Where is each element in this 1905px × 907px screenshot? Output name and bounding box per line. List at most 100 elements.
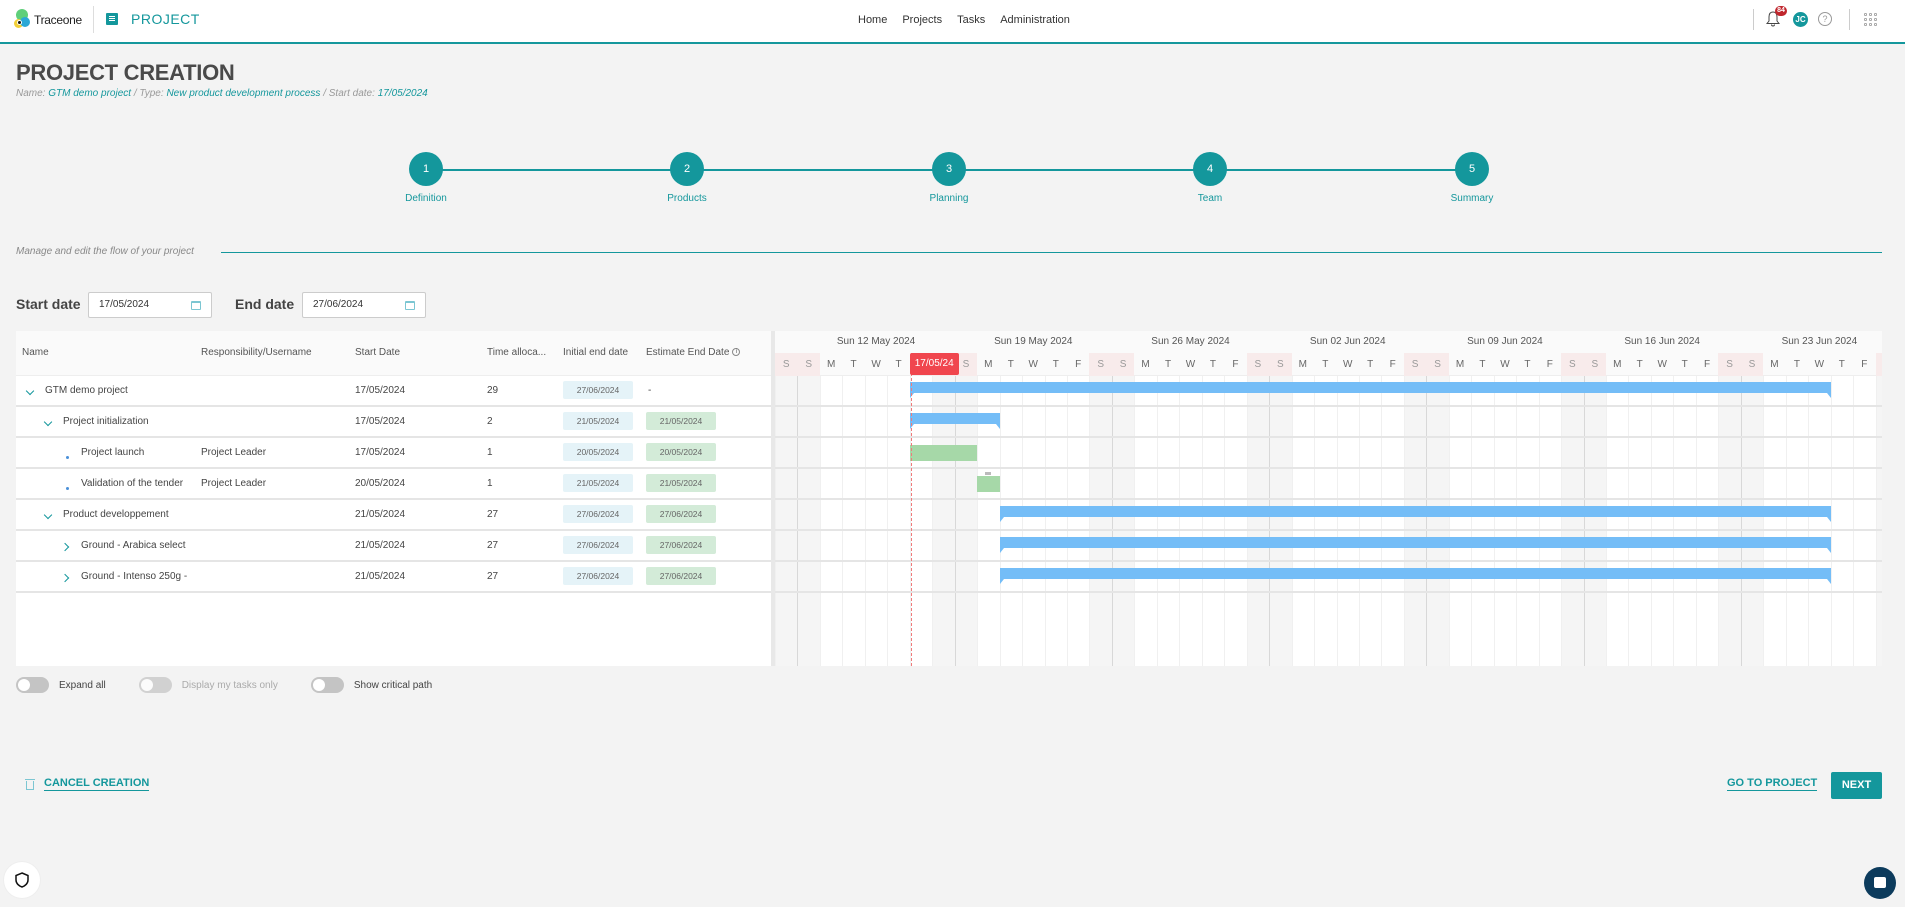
initial-end-date-pill: 21/05/2024 xyxy=(563,474,633,492)
gantt-day-label: M xyxy=(1455,359,1465,370)
step-planning[interactable]: 3 Planning xyxy=(909,152,989,204)
privacy-button[interactable] xyxy=(4,862,40,898)
gantt-day-label: S xyxy=(1426,353,1449,376)
info-icon[interactable]: i xyxy=(732,348,741,357)
table-row[interactable]: Ground - Arabica select 21/05/2024 27 27/06… xyxy=(16,531,771,562)
cancel-creation-button[interactable]: CANCEL CREATION xyxy=(25,777,150,791)
col-start-date[interactable]: Start Date xyxy=(355,347,400,358)
divider xyxy=(1849,9,1850,30)
table-row[interactable]: Project initialization 17/05/2024 2 21/05/2… xyxy=(16,407,771,438)
nav-home[interactable]: Home xyxy=(858,14,887,26)
task-start-date: 21/05/2024 xyxy=(355,509,406,520)
chevron-down-icon[interactable] xyxy=(43,510,53,521)
gantt-day-column xyxy=(1606,376,1628,666)
gantt-day-column xyxy=(864,376,887,666)
go-to-project-link[interactable]: GO TO PROJECT xyxy=(1727,777,1818,791)
project-start-date: 17/05/2024 xyxy=(377,88,428,99)
step-team[interactable]: 4 Team xyxy=(1170,152,1250,204)
nav-projects[interactable]: Projects xyxy=(902,14,942,26)
apps-grid-icon[interactable] xyxy=(1864,13,1877,26)
help-icon[interactable]: ? xyxy=(1818,12,1832,26)
task-name[interactable]: Ground - Arabica select xyxy=(81,540,186,551)
gantt-day-label: T xyxy=(1838,359,1845,370)
traceone-logo[interactable]: Traceone xyxy=(14,9,82,31)
gantt-task-bar[interactable] xyxy=(977,476,1000,492)
task-time-allocated: 2 xyxy=(487,416,493,427)
gantt-day-column xyxy=(1179,376,1201,666)
task-table: Name Responsibility/Username Start Date … xyxy=(16,331,771,666)
chevron-right-icon[interactable] xyxy=(60,573,70,584)
gantt-week-header: Sun 12 May 2024 Sun 19 May 2024 Sun 26 May… xyxy=(775,331,1882,353)
section-divider xyxy=(221,252,1882,253)
task-name[interactable]: Validation of the tender xyxy=(81,478,183,489)
task-name[interactable]: GTM demo project xyxy=(45,385,128,396)
gantt-day-column xyxy=(1561,376,1584,666)
gantt-day-column xyxy=(1628,376,1650,666)
task-name[interactable]: Project initialization xyxy=(63,416,149,427)
gantt-day-label: S xyxy=(1089,353,1112,376)
user-avatar[interactable]: JC xyxy=(1793,12,1808,27)
dependency-link-handle[interactable] xyxy=(985,472,992,475)
chevron-right-icon[interactable] xyxy=(60,542,70,553)
chat-button[interactable] xyxy=(1864,867,1896,899)
initial-end-date-pill: 27/06/2024 xyxy=(563,505,633,523)
step-products[interactable]: 2 Products xyxy=(647,152,727,204)
task-time-allocated: 29 xyxy=(487,385,499,396)
table-row[interactable]: Validation of the tender Project Leader 20… xyxy=(16,469,771,500)
gantt-week-label: Sun 19 May 2024 xyxy=(994,336,1073,347)
gantt-summary-bar[interactable] xyxy=(999,537,1831,553)
gantt-summary-bar[interactable] xyxy=(999,506,1831,522)
step-label: Definition xyxy=(405,193,447,204)
bullet-icon xyxy=(66,451,69,462)
section-caption: Manage and edit the flow of your project xyxy=(16,246,194,257)
gantt-day-column xyxy=(1650,376,1673,666)
gantt-summary-bar[interactable] xyxy=(909,413,1000,429)
nav-administration[interactable]: Administration xyxy=(1000,14,1070,26)
expand-all-toggle[interactable] xyxy=(16,677,49,693)
gantt-row-divider xyxy=(775,560,1882,562)
gantt-day-label: W xyxy=(1500,359,1510,370)
table-row[interactable]: Ground - Intenso 250g - 21/05/2024 27 27/06… xyxy=(16,562,771,593)
gantt-day-column xyxy=(1493,376,1516,666)
task-name[interactable]: Product developpement xyxy=(63,509,169,520)
step-number: 1 xyxy=(409,152,443,186)
end-date-label: End date xyxy=(235,296,295,312)
estimate-end-date: - xyxy=(648,385,652,396)
gantt-summary-bar[interactable] xyxy=(999,568,1831,584)
next-button[interactable]: NEXT xyxy=(1831,772,1882,799)
task-name[interactable]: Project launch xyxy=(81,447,144,458)
calendar-icon[interactable] xyxy=(191,301,201,310)
project-summary-line: Name: GTM demo project / Type: New produ… xyxy=(16,88,428,99)
table-row[interactable]: Product developpement 21/05/2024 27 27/06/2… xyxy=(16,500,771,531)
gantt-day-column xyxy=(797,376,820,666)
col-initial-end-date[interactable]: Initial end date xyxy=(563,347,628,358)
step-summary[interactable]: 5 Summary xyxy=(1432,152,1512,204)
chevron-down-icon[interactable] xyxy=(43,417,53,428)
gantt-day-label: T xyxy=(1479,359,1486,370)
chevron-down-icon[interactable] xyxy=(25,386,35,397)
app-title[interactable]: PROJECT xyxy=(131,11,200,27)
start-date-input[interactable]: 17/05/2024 xyxy=(88,292,212,318)
col-time-allocated[interactable]: Time alloca... xyxy=(487,347,546,358)
gantt-day-label: M xyxy=(1613,359,1622,370)
table-row[interactable]: Project launch Project Leader 17/05/2024 1 2… xyxy=(16,438,771,469)
table-row[interactable]: GTM demo project 17/05/2024 29 27/06/2024 - xyxy=(16,376,771,407)
task-time-allocated: 1 xyxy=(487,447,493,458)
col-name[interactable]: Name xyxy=(22,347,49,358)
gantt-day-column xyxy=(1022,376,1044,666)
critical-path-toggle[interactable] xyxy=(310,677,344,693)
gantt-day-label: T xyxy=(1636,359,1643,370)
gantt-day-column xyxy=(1403,376,1427,666)
nav-tasks[interactable]: Tasks xyxy=(957,14,985,26)
display-my-tasks-toggle[interactable] xyxy=(138,677,172,693)
brand-name: Traceone xyxy=(34,13,82,27)
end-date-input[interactable]: 27/06/2024 xyxy=(302,292,426,318)
gantt-task-bar[interactable] xyxy=(909,445,978,461)
calendar-icon[interactable] xyxy=(405,301,415,310)
col-responsibility[interactable]: Responsibility/Username xyxy=(201,347,312,358)
col-estimate-end-date[interactable]: Estimate End Date i xyxy=(646,347,741,358)
step-definition[interactable]: 1 Definition xyxy=(386,152,466,204)
gantt-summary-bar[interactable] xyxy=(909,382,1831,398)
gantt-day-column xyxy=(1246,376,1270,666)
task-name[interactable]: Ground - Intenso 250g - xyxy=(81,571,187,582)
